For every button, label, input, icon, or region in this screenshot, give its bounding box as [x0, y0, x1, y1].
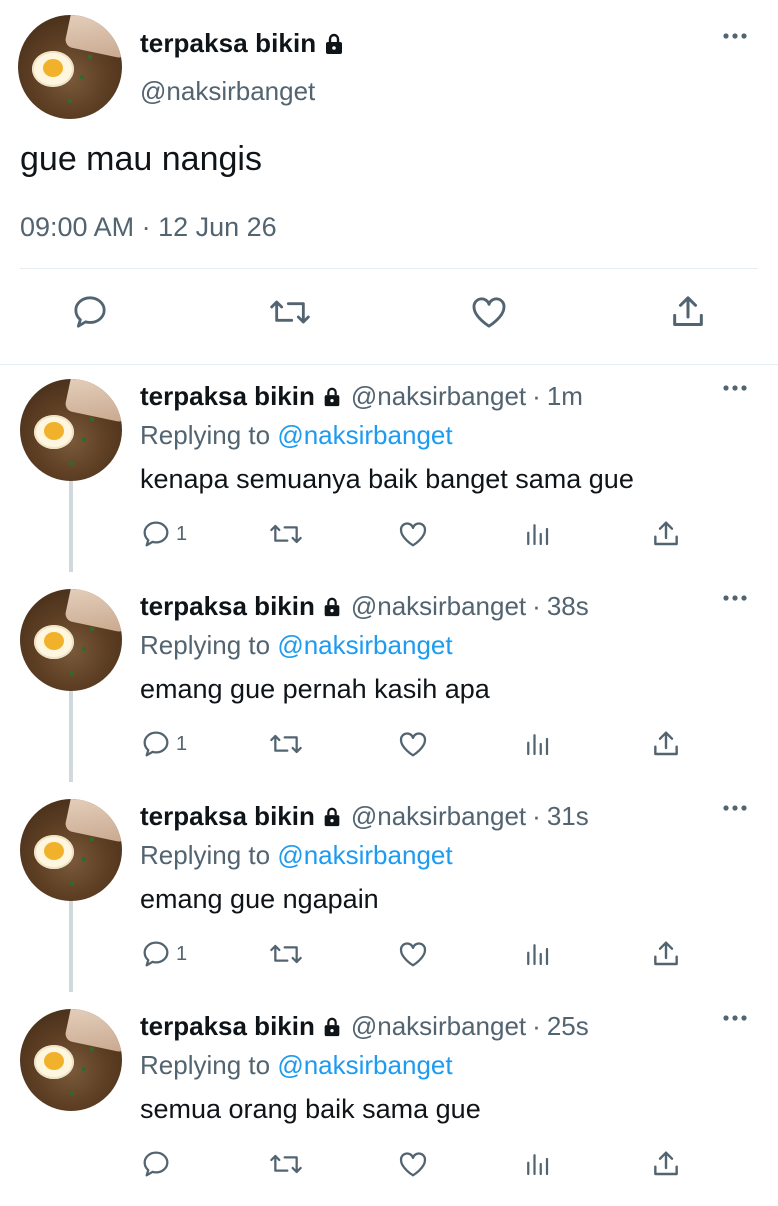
tweet-actions	[0, 292, 778, 344]
lock-icon	[322, 32, 346, 56]
analytics-icon[interactable]	[522, 728, 552, 760]
more-options-icon[interactable]	[722, 1014, 748, 1022]
reply-count: 1	[176, 942, 188, 965]
separator: ·	[532, 381, 541, 411]
author-name[interactable]: terpaksa bikin	[140, 801, 315, 832]
retweet-icon[interactable]	[268, 1148, 304, 1180]
reply-button[interactable]: 1	[140, 728, 187, 760]
lock-icon	[321, 806, 343, 828]
replying-to-label: Replying to	[140, 1050, 271, 1080]
author-handle[interactable]: @naksirbanget	[351, 381, 526, 412]
share-icon[interactable]	[650, 518, 682, 550]
more-options-icon[interactable]	[722, 384, 748, 392]
author-name[interactable]: terpaksa bikin	[140, 1011, 315, 1042]
reply-button[interactable]: 1	[140, 518, 187, 550]
share-icon[interactable]	[650, 938, 682, 970]
like-icon[interactable]	[396, 518, 430, 550]
replying-to: Replying to @naksirbanget	[140, 1050, 453, 1081]
reply-icon	[140, 1148, 172, 1180]
reply-actions: 1	[140, 938, 700, 974]
replying-to-mention[interactable]: @naksirbanget	[277, 840, 452, 870]
reply-time[interactable]: 25s	[547, 1011, 589, 1042]
reply-icon[interactable]	[70, 292, 110, 332]
retweet-icon[interactable]	[268, 518, 304, 550]
analytics-icon[interactable]	[522, 518, 552, 550]
reply-header: terpaksa bikin @naksirbanget · 38s	[140, 591, 589, 622]
divider	[20, 268, 758, 269]
share-icon[interactable]	[650, 728, 682, 760]
reply-text: emang gue pernah kasih apa	[140, 674, 490, 704]
author-name[interactable]: terpaksa bikin	[140, 28, 346, 59]
reply-time[interactable]: 38s	[547, 591, 589, 622]
reply-header: terpaksa bikin @naksirbanget · 25s	[140, 1011, 589, 1042]
reply-tweet[interactable]: terpaksa bikin @naksirbanget · 31s Reply…	[0, 786, 778, 996]
like-icon[interactable]	[396, 728, 430, 760]
retweet-icon[interactable]	[268, 728, 304, 760]
author-name[interactable]: terpaksa bikin	[140, 381, 315, 412]
avatar[interactable]	[20, 589, 122, 691]
avatar[interactable]	[20, 1009, 122, 1111]
share-icon[interactable]	[650, 1148, 682, 1180]
author-handle[interactable]: @naksirbanget	[140, 76, 315, 107]
replying-to-mention[interactable]: @naksirbanget	[277, 420, 452, 450]
replying-to-label: Replying to	[140, 420, 271, 450]
author-handle[interactable]: @naksirbanget	[351, 801, 526, 832]
analytics-icon[interactable]	[522, 938, 552, 970]
author-handle[interactable]: @naksirbanget	[351, 1011, 526, 1042]
reply-icon	[140, 728, 172, 760]
replying-to-label: Replying to	[140, 840, 271, 870]
reply-actions	[140, 1148, 700, 1184]
reply-icon	[140, 518, 172, 550]
separator: ·	[532, 591, 541, 621]
replying-to: Replying to @naksirbanget	[140, 420, 453, 451]
replying-to: Replying to @naksirbanget	[140, 840, 453, 871]
reply-header: terpaksa bikin @naksirbanget · 1m	[140, 381, 583, 412]
reply-time[interactable]: 31s	[547, 801, 589, 832]
reply-button[interactable]: 1	[140, 938, 187, 970]
retweet-icon[interactable]	[268, 938, 304, 970]
retweet-icon[interactable]	[268, 292, 312, 332]
reply-actions: 1	[140, 518, 700, 554]
section-divider	[0, 364, 778, 365]
author-name[interactable]: terpaksa bikin	[140, 591, 315, 622]
reply-text: emang gue ngapain	[140, 884, 379, 914]
lock-icon	[321, 386, 343, 408]
main-tweet: terpaksa bikin @naksirbanget gue mau nan…	[0, 0, 778, 365]
more-options-icon[interactable]	[722, 804, 748, 812]
separator: ·	[532, 801, 541, 831]
share-icon[interactable]	[668, 292, 708, 332]
reply-actions: 1	[140, 728, 700, 764]
avatar[interactable]	[20, 379, 122, 481]
separator: ·	[532, 1011, 541, 1041]
lock-icon	[321, 596, 343, 618]
analytics-icon[interactable]	[522, 1148, 552, 1180]
replying-to-mention[interactable]: @naksirbanget	[277, 630, 452, 660]
reply-text: semua orang baik sama gue	[140, 1094, 481, 1124]
reply-icon	[140, 938, 172, 970]
reply-count: 1	[176, 732, 188, 755]
reply-button[interactable]	[140, 1148, 176, 1180]
author-handle[interactable]: @naksirbanget	[351, 591, 526, 622]
more-options-icon[interactable]	[722, 32, 748, 40]
lock-icon	[321, 1016, 343, 1038]
replying-to-mention[interactable]: @naksirbanget	[277, 1050, 452, 1080]
reply-tweet[interactable]: terpaksa bikin @naksirbanget · 25s Reply…	[0, 996, 778, 1206]
like-icon[interactable]	[396, 938, 430, 970]
replying-to-label: Replying to	[140, 630, 271, 660]
reply-tweet[interactable]: terpaksa bikin @naksirbanget · 38s Reply…	[0, 576, 778, 786]
author-name-text: terpaksa bikin	[140, 28, 317, 58]
like-icon[interactable]	[396, 1148, 430, 1180]
tweet-timestamp[interactable]: 09:00 AM · 12 Jun 26	[20, 212, 277, 243]
like-icon[interactable]	[468, 292, 510, 332]
more-options-icon[interactable]	[722, 594, 748, 602]
reply-count: 1	[176, 522, 188, 545]
reply-header: terpaksa bikin @naksirbanget · 31s	[140, 801, 589, 832]
avatar[interactable]	[20, 799, 122, 901]
reply-tweet[interactable]: terpaksa bikin @naksirbanget · 1m Replyi…	[0, 366, 778, 576]
reply-text: kenapa semuanya baik banget sama gue	[140, 464, 634, 494]
replying-to: Replying to @naksirbanget	[140, 630, 453, 661]
avatar[interactable]	[18, 15, 122, 119]
tweet-text: gue mau nangis	[20, 140, 262, 178]
reply-time[interactable]: 1m	[547, 381, 583, 412]
